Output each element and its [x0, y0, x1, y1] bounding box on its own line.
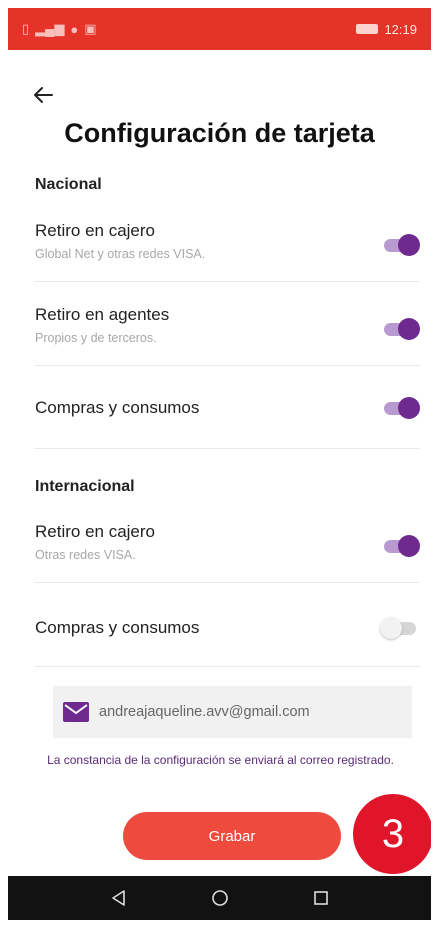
app-screen: ▯ ▂▄▆ ● ▣ 12:19 Configuración de tarjeta…	[8, 8, 431, 920]
screenshot-icon: ▣	[84, 21, 97, 36]
section-header-nacional: Nacional	[35, 176, 102, 193]
battery-icon	[356, 24, 379, 34]
divider	[35, 281, 420, 282]
setting-subtitle: Propios y de terceros.	[35, 331, 157, 345]
notification-icon: ●	[70, 21, 79, 37]
navigation-bar	[8, 876, 431, 920]
divider	[35, 448, 420, 449]
toggle-nacional-compras[interactable]	[380, 396, 420, 420]
page-title: Configuración de tarjeta	[64, 118, 375, 148]
divider	[35, 666, 420, 667]
toggle-nacional-retiro-cajero[interactable]	[380, 233, 420, 257]
step-badge: 3	[353, 794, 431, 874]
divider	[35, 365, 420, 366]
setting-title: Compras y consumos	[35, 398, 200, 417]
section-header-internacional: Internacional	[35, 478, 135, 495]
home-circle-icon[interactable]	[211, 889, 229, 907]
arrow-left-icon	[34, 87, 53, 103]
setting-title: Retiro en cajero	[35, 221, 156, 240]
notice-text: La constancia de la configuración se env…	[47, 753, 394, 767]
toggle-thumb	[398, 397, 420, 419]
toggle-internacional-compras[interactable]	[380, 616, 420, 640]
setting-subtitle: Global Net y otras redes VISA.	[35, 247, 206, 261]
setting-row-internacional-compras: Compras y consumos	[35, 616, 420, 640]
status-icons: ▯ ▂▄▆ ● ▣	[22, 21, 97, 37]
email-display: andreajaqueline.avv@gmail.com	[53, 686, 412, 738]
status-bar: ▯ ▂▄▆ ● ▣ 12:19	[8, 8, 431, 50]
toggle-internacional-retiro-cajero[interactable]	[380, 534, 420, 558]
status-right: 12:19	[356, 22, 417, 37]
setting-title: Retiro en agentes	[35, 305, 170, 324]
toggle-thumb	[398, 318, 420, 340]
signal-icon: ▂▄▆	[35, 21, 65, 36]
sim-icon: ▯	[22, 21, 30, 36]
setting-row-nacional-retiro-cajero: Retiro en cajero Global Net y otras rede…	[35, 221, 420, 261]
toggle-thumb	[398, 535, 420, 557]
setting-row-nacional-retiro-agentes: Retiro en agentes Propios y de terceros.	[35, 305, 420, 345]
setting-row-nacional-compras: Compras y consumos	[35, 396, 420, 420]
toggle-thumb	[398, 234, 420, 256]
setting-row-internacional-retiro-cajero: Retiro en cajero Otras redes VISA.	[35, 522, 420, 562]
mail-icon	[63, 702, 89, 722]
back-triangle-icon[interactable]	[110, 889, 128, 907]
setting-subtitle: Otras redes VISA.	[35, 548, 136, 562]
recents-square-icon[interactable]	[312, 889, 330, 907]
setting-title: Compras y consumos	[35, 618, 200, 637]
divider	[35, 582, 420, 583]
toggle-nacional-retiro-agentes[interactable]	[380, 317, 420, 341]
status-time: 12:19	[384, 21, 417, 37]
setting-title: Retiro en cajero	[35, 522, 156, 541]
back-button[interactable]	[28, 80, 58, 110]
toggle-thumb	[380, 617, 402, 639]
email-text: andreajaqueline.avv@gmail.com	[99, 704, 310, 720]
save-button[interactable]: Grabar	[123, 812, 341, 860]
